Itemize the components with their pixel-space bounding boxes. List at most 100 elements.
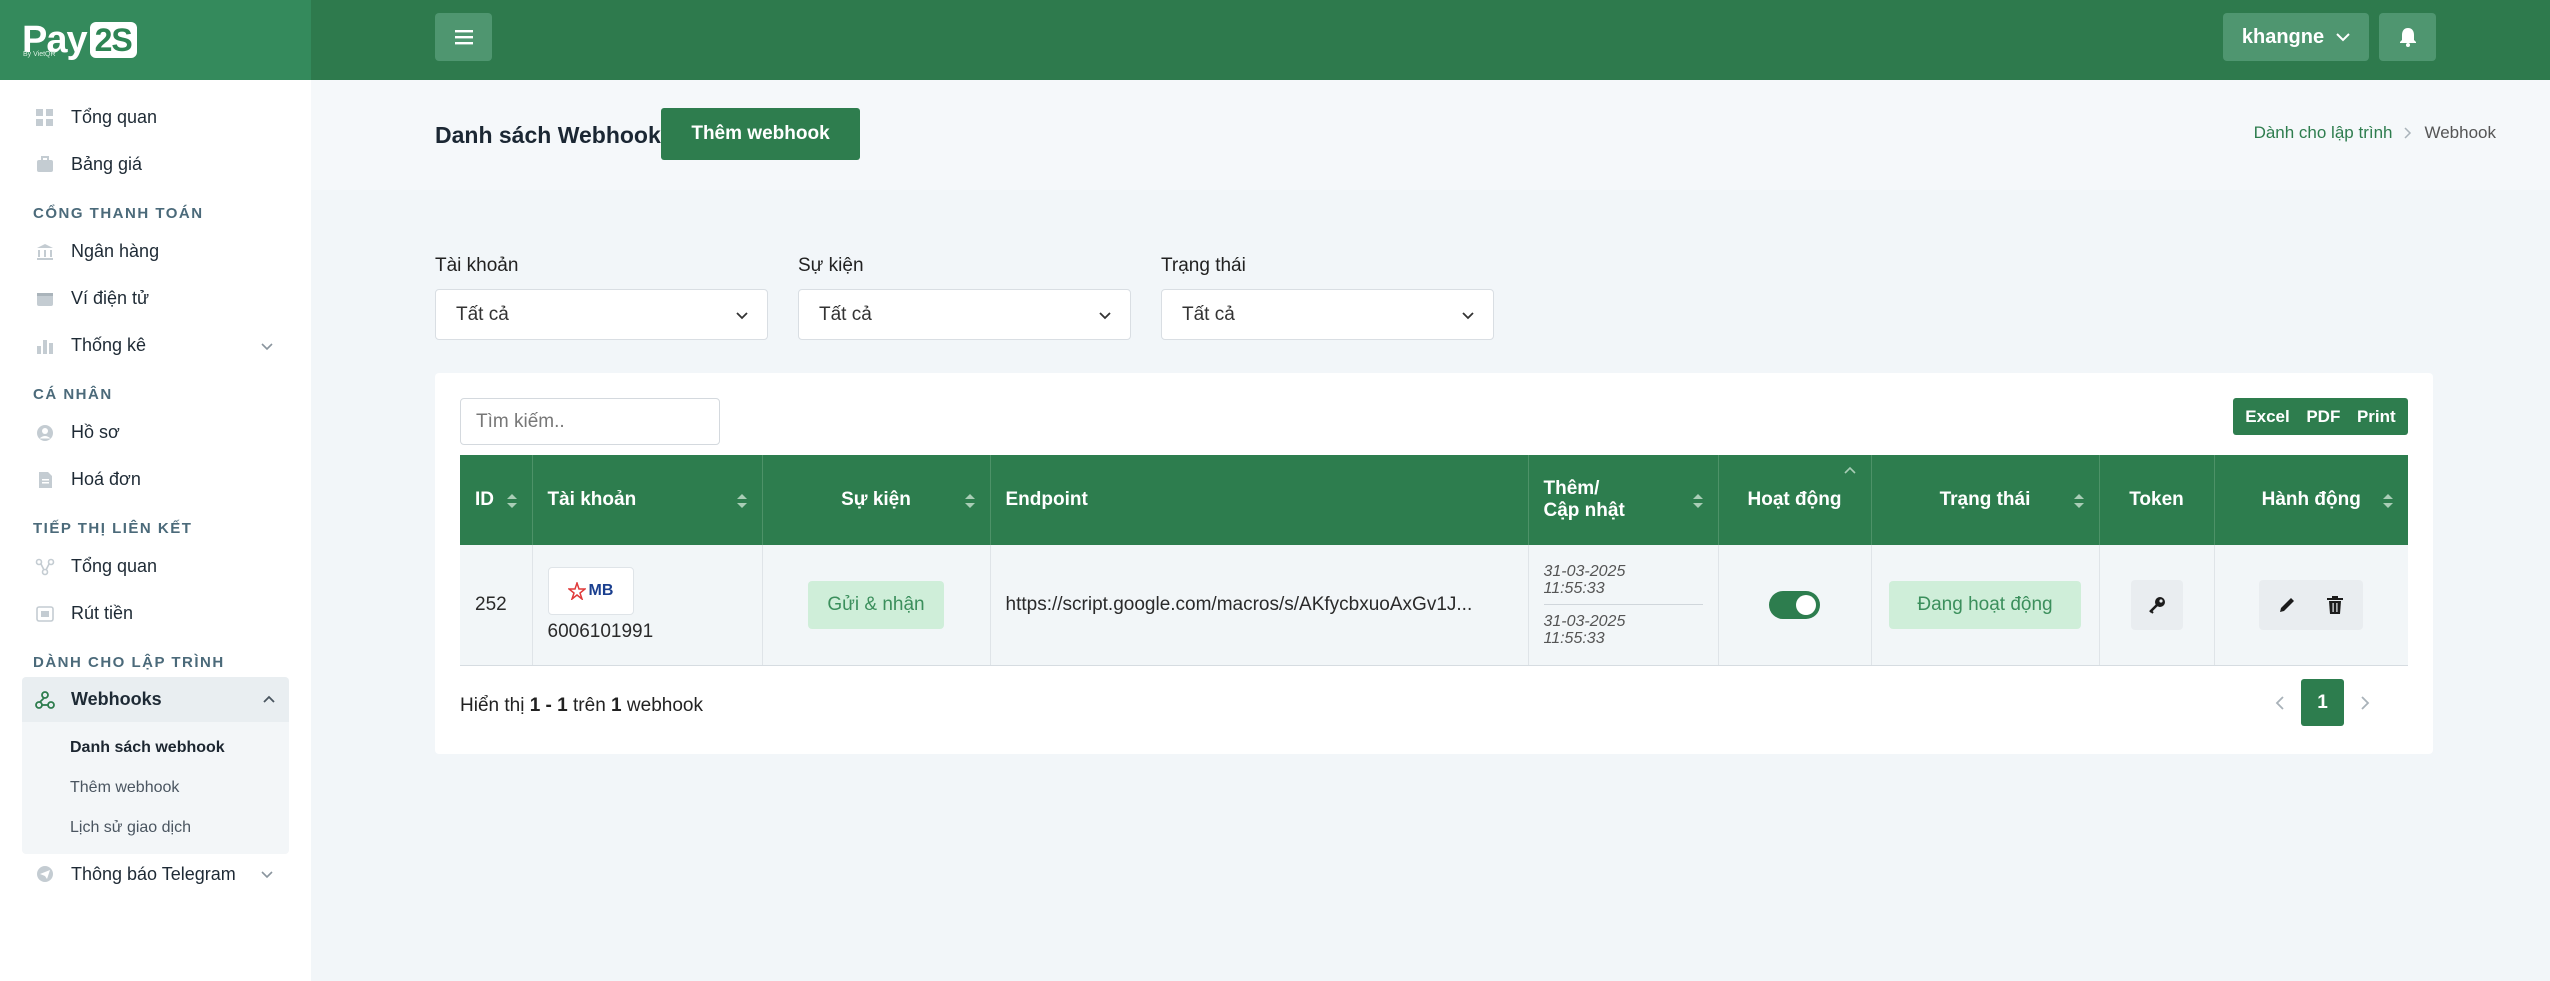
cell-event: Gửi & nhận <box>762 545 991 666</box>
sidebar-item-label: Hồ sơ <box>71 422 120 442</box>
telegram-icon <box>35 864 55 884</box>
user-circle-icon <box>35 423 55 443</box>
bar-chart-icon <box>35 336 55 356</box>
sidebar-item-label: Tổng quan <box>71 556 158 576</box>
notifications-button[interactable] <box>2379 13 2436 61</box>
logo[interactable]: Pay 2S By VietQR <box>0 0 311 80</box>
user-menu-button[interactable]: khangne <box>2223 13 2369 61</box>
page-header: Danh sách Webhook Thêm webhook Dành cho … <box>311 80 2550 190</box>
sidebar: Pay 2S By VietQR Tổng quan Bảng giá CỔNG… <box>0 0 311 981</box>
pencil-icon <box>2280 597 2295 612</box>
menu-toggle-button[interactable] <box>435 13 492 61</box>
sidebar-item-label: Ví điện tử <box>71 288 150 308</box>
prev-page-icon[interactable] <box>2275 695 2285 711</box>
topbar: khangne <box>311 0 2550 80</box>
delete-button[interactable] <box>2311 595 2359 615</box>
updated-datetime: 31-03-2025 11:55:33 <box>1543 612 1626 647</box>
column-header-created-updated[interactable]: Thêm/Cập nhật <box>1528 455 1719 545</box>
cell-account: MB 6006101991 <box>532 545 763 666</box>
status-select[interactable]: Tất cả <box>1161 289 1494 340</box>
cell-dates: 31-03-2025 11:55:33 31-03-2025 11:55:33 <box>1528 545 1719 666</box>
logo-box: 2S <box>89 22 137 58</box>
invoice-icon <box>35 470 55 490</box>
export-print-button[interactable]: Print <box>2357 407 2396 427</box>
section-title-affiliate: TIẾP THỊ LIÊN KẾT <box>33 520 193 537</box>
filter-label: Trạng thái <box>1161 255 1246 276</box>
column-header-id[interactable]: ID <box>460 455 533 545</box>
cell-token <box>2099 545 2215 666</box>
chevron-down-icon <box>736 312 748 320</box>
sort-icon <box>506 494 517 508</box>
hamburger-icon <box>454 30 473 45</box>
withdraw-icon <box>35 604 55 624</box>
view-token-button[interactable] <box>2130 579 2183 630</box>
column-header-account[interactable]: Tài khoản <box>532 455 763 545</box>
filter-label: Tài khoản <box>435 255 519 276</box>
key-icon <box>2148 596 2165 614</box>
active-toggle[interactable] <box>1769 590 1820 619</box>
table-header-row: ID Tài khoản Sự kiện Endpoint Thêm/Cập n… <box>460 455 2408 545</box>
chevron-down-icon <box>1099 312 1111 320</box>
sidebar-item-telegram[interactable]: Thông báo Telegram <box>0 854 311 894</box>
section-title-personal: CÁ NHÂN <box>33 386 113 403</box>
event-badge: Gửi & nhận <box>808 580 944 629</box>
sidebar-item-label: Ngân hàng <box>71 241 160 261</box>
sidebar-item-profile[interactable]: Hồ sơ <box>0 409 311 456</box>
sidebar-item-overview[interactable]: Tổng quan <box>0 94 311 141</box>
sidebar-item-ewallet[interactable]: Ví điện tử <box>0 275 311 322</box>
sidebar-menu: Tổng quan Bảng giá CỔNG THANH TOÁN Ngân … <box>0 80 311 894</box>
sort-icon <box>1692 494 1703 508</box>
action-buttons <box>2259 579 2364 630</box>
sidebar-item-affiliate-overview[interactable]: Tổng quan <box>0 543 311 590</box>
filter-account: Tài khoản Tất cả <box>435 255 768 340</box>
webhooks-submenu: Danh sách webhook Thêm webhook Lịch sử g… <box>22 722 289 854</box>
column-header-endpoint[interactable]: Endpoint <box>990 455 1529 545</box>
sidebar-item-label: Bảng giá <box>71 154 143 174</box>
cell-endpoint: https://script.google.com/macros/s/AKfyc… <box>990 545 1529 666</box>
submenu-add-webhook[interactable]: Thêm webhook <box>70 768 289 808</box>
column-header-event[interactable]: Sự kiện <box>762 455 991 545</box>
bank-name: MB <box>588 581 614 599</box>
edit-button[interactable] <box>2263 595 2311 615</box>
export-excel-button[interactable]: Excel <box>2245 407 2289 427</box>
account-number: 6006101991 <box>547 620 654 642</box>
export-pdf-button[interactable]: PDF <box>2306 407 2340 427</box>
breadcrumb-link-developer[interactable]: Dành cho lập trình <box>2254 123 2393 143</box>
cell-active <box>1718 545 1872 666</box>
search-input[interactable]: Tìm kiếm.. <box>460 398 720 445</box>
submenu-webhook-list[interactable]: Danh sách webhook <box>70 728 289 768</box>
sidebar-item-bank[interactable]: Ngân hàng <box>0 228 311 275</box>
chevron-up-icon <box>263 695 275 703</box>
sidebar-item-invoice[interactable]: Hoá đơn <box>0 456 311 503</box>
chevron-right-icon <box>2404 127 2412 139</box>
page-title: Danh sách Webhook <box>435 122 661 148</box>
breadcrumb: Dành cho lập trình Webhook <box>2254 123 2496 143</box>
sidebar-item-label: Tổng quan <box>71 107 158 127</box>
account-select[interactable]: Tất cả <box>435 289 768 340</box>
sidebar-item-label: Thông báo Telegram <box>71 863 236 884</box>
filter-event: Sự kiện Tất cả <box>798 255 1131 340</box>
sort-icon <box>736 494 747 508</box>
network-icon <box>35 557 55 577</box>
briefcase-icon <box>35 155 55 175</box>
sidebar-item-statistics[interactable]: Thống kê <box>0 322 311 369</box>
sidebar-item-withdraw[interactable]: Rút tiền <box>0 590 311 637</box>
wallet-icon <box>35 289 55 309</box>
table-summary: Hiển thị 1 - 1 trên 1 webhook <box>460 695 703 716</box>
sidebar-item-webhooks[interactable]: Webhooks <box>22 677 289 722</box>
column-header-status[interactable]: Trạng thái <box>1871 455 2100 545</box>
sidebar-item-pricing[interactable]: Bảng giá <box>0 141 311 188</box>
add-webhook-button[interactable]: Thêm webhook <box>661 108 860 160</box>
event-select[interactable]: Tất cả <box>798 289 1131 340</box>
section-title-developer: DÀNH CHO LẬP TRÌNH <box>33 654 225 671</box>
page-button-current[interactable]: 1 <box>2301 679 2344 726</box>
trash-icon <box>2327 595 2344 614</box>
chevron-down-icon <box>2336 33 2350 42</box>
next-page-icon[interactable] <box>2360 695 2370 711</box>
column-header-active[interactable]: Hoạt động <box>1718 455 1872 545</box>
webhook-icon <box>35 690 55 710</box>
webhook-table-card: Tìm kiếm.. Excel PDF Print ID Tài khoản … <box>435 373 2433 754</box>
column-header-actions[interactable]: Hành động <box>2214 455 2408 545</box>
submenu-transaction-history[interactable]: Lịch sử giao dịch <box>70 808 289 848</box>
column-header-token: Token <box>2099 455 2215 545</box>
